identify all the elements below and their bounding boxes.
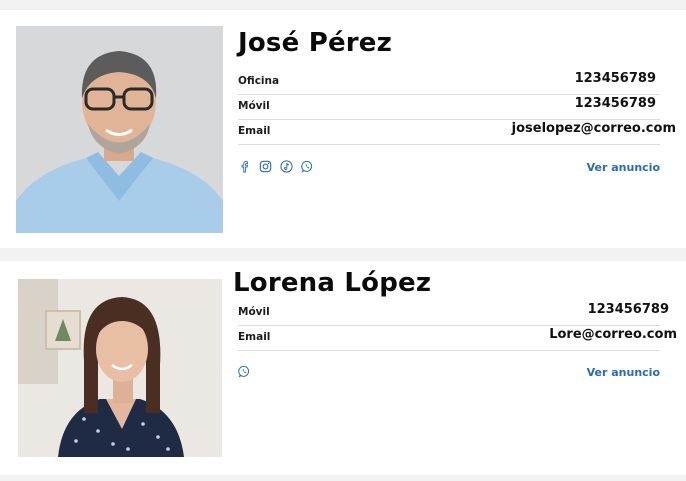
- agent-name: José Pérez: [238, 28, 392, 58]
- email-value[interactable]: Lore@correo.com: [549, 327, 677, 342]
- mobile-phone-row: Móvil 123456789: [238, 301, 669, 326]
- mobile-phone-value[interactable]: 123456789: [588, 302, 669, 317]
- office-label: Oficina: [238, 75, 280, 87]
- agent-card: José Pérez Oficina 123456789 Móvil 12345…: [0, 10, 686, 248]
- social-links: [238, 160, 314, 173]
- whatsapp-icon[interactable]: [301, 160, 314, 173]
- email-label: Email: [238, 331, 271, 343]
- office-phone-row: Oficina 123456789: [238, 70, 660, 95]
- whatsapp-icon[interactable]: [238, 365, 251, 378]
- social-links: [238, 365, 251, 378]
- agent-name: Lorena López: [233, 268, 432, 298]
- agent-photo: [16, 26, 223, 233]
- email-row: Email joselopez@correo.com: [238, 120, 676, 145]
- facebook-icon[interactable]: [238, 160, 251, 173]
- tiktok-icon[interactable]: [280, 160, 293, 173]
- mobile-phone-row: Móvil 123456789: [238, 95, 660, 120]
- mobile-label: Móvil: [238, 100, 270, 112]
- mobile-phone-value[interactable]: 123456789: [575, 96, 656, 111]
- email-label: Email: [238, 125, 271, 137]
- agent-photo: [18, 279, 222, 457]
- instagram-icon[interactable]: [259, 160, 272, 173]
- office-phone-value[interactable]: 123456789: [575, 71, 656, 86]
- agent-card: Lorena López Móvil 123456789 Email Lore@…: [0, 261, 686, 475]
- view-listing-link[interactable]: Ver anuncio: [587, 366, 660, 379]
- mobile-label: Móvil: [238, 306, 270, 318]
- email-row: Email Lore@correo.com: [238, 326, 677, 351]
- view-listing-link[interactable]: Ver anuncio: [587, 161, 660, 174]
- email-value[interactable]: joselopez@correo.com: [512, 121, 676, 136]
